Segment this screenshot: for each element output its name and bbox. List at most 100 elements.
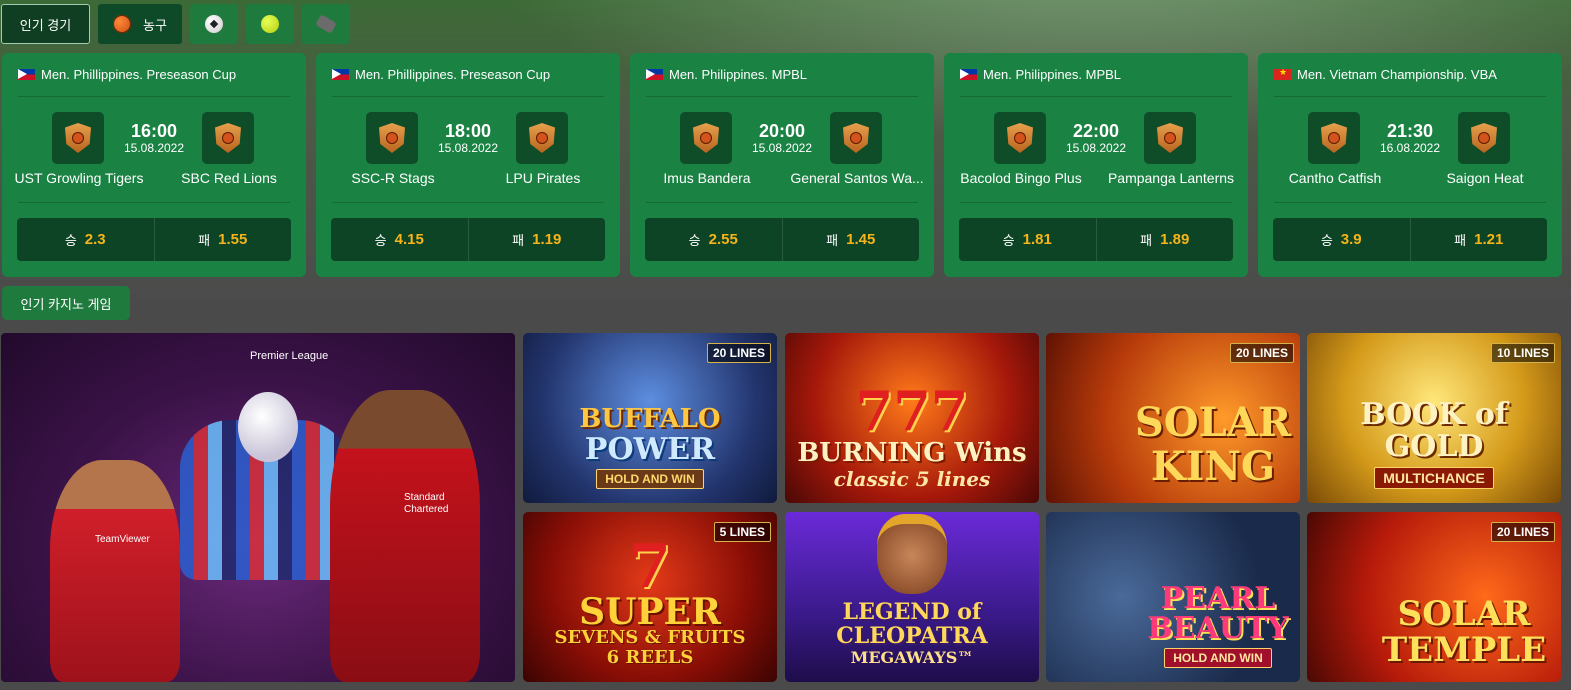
game-subtitle: POWER: [584, 432, 716, 467]
philippines-flag-icon: [332, 69, 349, 80]
tab-popular-casino[interactable]: 인기 카지노 게임: [2, 286, 130, 320]
win-odds-button[interactable]: 승 4.15: [331, 218, 468, 261]
match-time: 20:00: [758, 121, 806, 141]
lose-odds-button[interactable]: 패 1.55: [153, 218, 292, 261]
banner-player-left: [50, 460, 180, 682]
match-time: 18:00: [444, 121, 492, 141]
tab-tennis[interactable]: [246, 4, 294, 44]
league-header: Men. Phillippines. Preseason Cup: [332, 67, 550, 82]
divider: [646, 202, 918, 203]
tennis-ball-icon: [261, 15, 279, 33]
match-date: 15.08.2022: [123, 141, 185, 155]
lines-badge: 20 LINES: [706, 343, 771, 363]
sport-tabs: 인기 경기 농구: [1, 4, 350, 44]
win-odds-button[interactable]: 승 1.81: [959, 218, 1096, 261]
banner-player-right: [330, 390, 480, 682]
philippines-flag-icon: [960, 69, 977, 80]
home-team-name: SSC-R Stags: [351, 170, 435, 186]
game-tile-book-of-gold[interactable]: 10 LINES BOOK of GOLD MULTICHANCE: [1307, 333, 1561, 503]
win-odds-button[interactable]: 승 2.55: [645, 218, 782, 261]
match-card[interactable]: Men. Phillippines. Preseason Cup 16:00 1…: [2, 53, 306, 277]
divider: [332, 96, 604, 97]
win-odds-button[interactable]: 승 2.3: [17, 218, 154, 261]
match-date: 16.08.2022: [1379, 141, 1441, 155]
game-tile-solar-temple[interactable]: 20 LINES SOLAR TEMPLE: [1307, 512, 1561, 682]
league-name: Men. Philippines. MPBL: [669, 67, 808, 82]
win-odds-value: 2.3: [84, 231, 106, 248]
league-name: Men. Vietnam Championship. VBA: [1297, 67, 1497, 82]
match-time: 16:00: [130, 121, 178, 141]
lose-odds-button[interactable]: 패 1.45: [781, 218, 920, 261]
lines-badge: 5 LINES: [713, 522, 771, 542]
win-odds-value: 2.55: [708, 231, 738, 248]
game-tile-legend-of-cleopatra[interactable]: LEGEND of CLEOPATRA MEGAWAYS™: [785, 512, 1039, 682]
odds-bar: 승 2.55 패 1.45: [645, 218, 919, 261]
lose-label: 패: [198, 233, 211, 248]
win-label: 승: [1002, 233, 1015, 248]
match-time: 22:00: [1072, 121, 1120, 141]
lose-odds-value: 1.55: [218, 231, 248, 248]
lose-odds-button[interactable]: 패 1.21: [1409, 218, 1548, 261]
lose-odds-value: 1.45: [846, 231, 876, 248]
tab-popular-matches[interactable]: 인기 경기: [1, 4, 90, 44]
basketball-icon: [113, 15, 132, 33]
game-tile-buffalo-power[interactable]: 20 LINES BUFFALO POWER HOLD AND WIN: [523, 333, 777, 503]
match-card[interactable]: Men. Philippines. MPBL 22:00 15.08.2022 …: [944, 53, 1248, 277]
game-tile-solar-king[interactable]: 20 LINES SOLAR KING: [1046, 333, 1300, 503]
soccer-ball-icon: [205, 15, 223, 33]
game-tile-burning-wins[interactable]: 777 BURNING Wins classic 5 lines: [785, 333, 1039, 503]
seven-logo: 7: [629, 532, 671, 602]
lose-odds-value: 1.21: [1474, 231, 1504, 248]
win-odds-value: 1.81: [1022, 231, 1052, 248]
divider: [332, 202, 604, 203]
divider: [1274, 202, 1546, 203]
home-team-name: Imus Bandera: [663, 170, 751, 186]
premier-league-text: Premier League: [250, 350, 329, 362]
lose-odds-value: 1.89: [1160, 231, 1190, 248]
casino-tab-label: 인기 카지노 게임: [20, 296, 112, 312]
odds-bar: 승 3.9 패 1.21: [1273, 218, 1547, 261]
home-team-name: Cantho Catfish: [1288, 170, 1382, 186]
game-badge: MULTICHANCE: [1374, 467, 1494, 489]
win-odds-value: 3.9: [1340, 231, 1362, 248]
league-header: Men. Philippines. MPBL: [960, 67, 1121, 82]
game-tile-pearl-beauty[interactable]: PEARL BEAUTY HOLD AND WIN: [1046, 512, 1300, 682]
match-card[interactable]: Men. Vietnam Championship. VBA 21:30 16.…: [1258, 53, 1562, 277]
win-label: 승: [688, 233, 701, 248]
tab-basketball[interactable]: 농구: [98, 4, 182, 44]
lose-label: 패: [1140, 233, 1153, 248]
tab-basketball-label: 농구: [143, 17, 167, 33]
away-team-name: Pampanga Lanterns: [1107, 170, 1235, 186]
game-title: BUFFALO: [579, 404, 721, 434]
win-label: 승: [1320, 233, 1333, 248]
tab-hockey[interactable]: [302, 4, 350, 44]
league-name: Men. Phillippines. Preseason Cup: [41, 67, 237, 82]
match-cards: Men. Phillippines. Preseason Cup 16:00 1…: [2, 53, 1562, 277]
game-title: BURNING Wins: [797, 438, 1027, 468]
lose-label: 패: [1454, 233, 1467, 248]
win-odds-button[interactable]: 승 3.9: [1273, 218, 1410, 261]
match-card[interactable]: Men. Phillippines. Preseason Cup 18:00 1…: [316, 53, 620, 277]
game-title: PEARL BEAUTY: [1147, 581, 1289, 646]
divider: [18, 96, 290, 97]
match-card[interactable]: Men. Philippines. MPBL 20:00 15.08.2022 …: [630, 53, 934, 277]
game-title: SOLAR TEMPLE: [1381, 594, 1547, 670]
game-tile-super-sevens-fruits[interactable]: 5 LINES 7 SUPER SEVENS & FRUITS 6 REELS: [523, 512, 777, 682]
game-title: BOOK of GOLD: [1360, 397, 1508, 464]
divider: [1274, 96, 1546, 97]
game-badge: 6 REELS: [606, 647, 694, 668]
odds-bar: 승 4.15 패 1.19: [331, 218, 605, 261]
lose-odds-value: 1.19: [532, 231, 562, 248]
lose-odds-button[interactable]: 패 1.19: [467, 218, 606, 261]
premier-league-lion-logo: [238, 392, 298, 462]
tab-soccer[interactable]: [190, 4, 238, 44]
league-header: Men. Philippines. MPBL: [646, 67, 807, 82]
lose-odds-button[interactable]: 패 1.89: [1095, 218, 1234, 261]
sponsor-text-left: TeamViewer: [95, 534, 150, 545]
game-badge: classic 5 lines: [833, 467, 991, 491]
divider: [18, 202, 290, 203]
away-team-name: General Santos Wa...: [790, 170, 924, 186]
sevens-logo: 777: [855, 379, 969, 443]
lines-badge: 10 LINES: [1490, 343, 1555, 363]
league-header: Men. Phillippines. Preseason Cup: [18, 67, 236, 82]
